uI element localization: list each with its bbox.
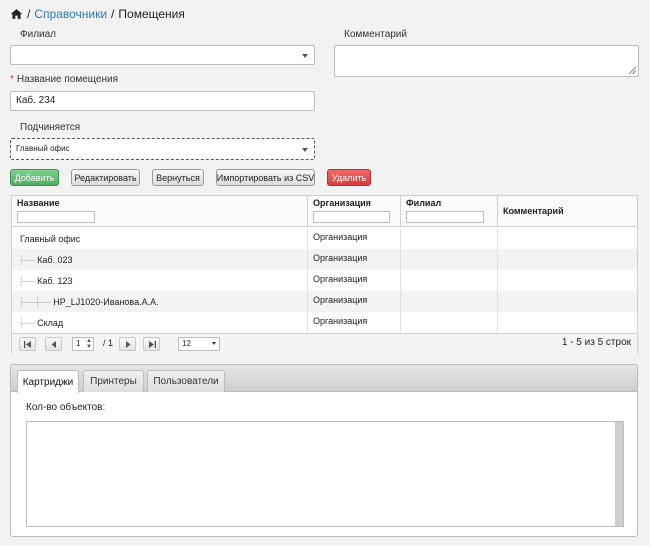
page-size-select[interactable]: 12 [178, 337, 220, 351]
first-page-button[interactable] [19, 337, 36, 351]
cell-comment [498, 270, 637, 291]
cell-branch [401, 270, 498, 291]
import-csv-button[interactable]: Импортировать из CSV [216, 169, 315, 186]
object-count-label: Кол-во объектов: [26, 402, 106, 413]
cell-organization: Организация [308, 228, 401, 249]
page-size-value: 12 [182, 339, 191, 348]
cell-comment [498, 228, 637, 249]
cell-branch [401, 291, 498, 312]
breadcrumb-link-reference[interactable]: Справочники [34, 7, 107, 21]
row-name: Главный офис [20, 234, 81, 244]
last-page-icon [148, 340, 156, 348]
page-number-input[interactable]: 1 ▲ ▼ [72, 337, 94, 351]
branch-filter-input[interactable] [406, 211, 484, 223]
row-name: Каб. 123 [37, 276, 73, 286]
cell-comment [498, 291, 637, 312]
table-row[interactable]: ├── Каб. 123 Организация [12, 270, 637, 291]
first-page-icon [23, 340, 31, 348]
row-name: HP_LJ1020-Иванова.А.А. [53, 297, 159, 307]
tree-branch-icon: ├── [18, 255, 35, 265]
cell-name: Главный офис [12, 228, 308, 249]
breadcrumb-separator: / [111, 7, 115, 21]
tree-branch-icon: ├── [18, 318, 35, 328]
comment-textarea[interactable] [334, 45, 639, 77]
cell-organization: Организация [308, 291, 401, 312]
room-name-label: Название помещения [16, 74, 118, 85]
cell-branch [401, 228, 498, 249]
cell-name: ├── Склад [12, 312, 308, 333]
cell-name: ├── Каб. 023 [12, 249, 308, 270]
branch-select[interactable] [10, 45, 315, 65]
cell-comment [498, 249, 637, 270]
required-icon: * [10, 74, 14, 85]
chevron-down-icon [302, 148, 308, 152]
cell-organization: Организация [308, 270, 401, 291]
resize-handle-icon[interactable] [629, 67, 636, 74]
tab-bar: Картриджи Принтеры Пользователи [11, 365, 637, 393]
parent-label: Подчиняется [20, 122, 81, 133]
chevron-down-icon [302, 54, 308, 58]
cell-comment [498, 312, 637, 333]
grid-header: Название Организация Филиал Комментарий [12, 196, 637, 227]
rooms-grid: Название Организация Филиал Комментарий … [11, 195, 638, 354]
prev-page-button[interactable] [45, 337, 62, 351]
breadcrumb: / Справочники / Помещения [10, 7, 185, 21]
parent-select[interactable]: Главный офис [10, 138, 315, 160]
column-title: Организация [313, 198, 371, 208]
tree-branch-icon: ├──┼── [18, 297, 51, 307]
comment-label: Комментарий [344, 29, 407, 40]
next-page-button[interactable] [119, 337, 136, 351]
back-button[interactable]: Вернуться [152, 169, 204, 186]
tab-cartridges[interactable]: Картриджи [17, 370, 79, 393]
home-icon[interactable] [10, 8, 23, 20]
last-page-button[interactable] [143, 337, 160, 351]
column-header-organization[interactable]: Организация [308, 196, 401, 227]
room-name-input[interactable]: Каб. 234 [10, 91, 315, 111]
objects-list-area[interactable] [26, 421, 624, 527]
name-filter-input[interactable] [17, 211, 95, 223]
cell-name: ├── Каб. 123 [12, 270, 308, 291]
column-title: Название [17, 198, 60, 208]
room-name-value: Каб. 234 [16, 95, 56, 106]
table-row[interactable]: ├── Каб. 023 Организация [12, 249, 637, 270]
delete-button[interactable]: Удалить [327, 169, 371, 186]
next-page-icon [125, 340, 130, 348]
cell-organization: Организация [308, 249, 401, 270]
page-total: / 1 [103, 338, 114, 348]
page-number-value: 1 [76, 339, 81, 348]
vertical-scrollbar[interactable] [615, 422, 623, 526]
table-row[interactable]: ├── Склад Организация [12, 312, 637, 333]
table-row[interactable]: Главный офис Организация [12, 228, 637, 249]
column-title: Филиал [406, 198, 442, 208]
row-name: Каб. 023 [37, 255, 73, 265]
table-row[interactable]: ├──┼── HP_LJ1020-Иванова.А.А. Организация [12, 291, 637, 312]
column-title: Комментарий [503, 206, 564, 216]
edit-button[interactable]: Редактировать [71, 169, 140, 186]
row-count-summary: 1 - 5 из 5 строк [561, 337, 631, 348]
room-name-label-row: * Название помещения [10, 74, 118, 85]
branch-label: Филиал [20, 29, 57, 40]
cell-branch [401, 249, 498, 270]
details-tabs-panel: Картриджи Принтеры Пользователи Кол-во о… [10, 364, 638, 537]
add-button[interactable]: Добавить [10, 169, 59, 186]
column-header-name[interactable]: Название [12, 196, 308, 227]
column-header-comment[interactable]: Комментарий [498, 196, 637, 227]
organization-filter-input[interactable] [313, 211, 390, 223]
spinner-icon[interactable]: ▲ ▼ [86, 338, 92, 350]
chevron-down-icon [212, 342, 216, 345]
tab-users[interactable]: Пользователи [147, 370, 225, 392]
breadcrumb-separator: / [27, 7, 31, 21]
cell-branch [401, 312, 498, 333]
cell-name: ├──┼── HP_LJ1020-Иванова.А.А. [12, 291, 308, 312]
row-name: Склад [37, 318, 64, 328]
tree-branch-icon: ├── [18, 276, 35, 286]
breadcrumb-current: Помещения [118, 7, 185, 21]
grid-pager: 1 ▲ ▼ / 1 12 1 - 5 из 5 строк [12, 333, 637, 354]
prev-page-icon [51, 340, 56, 348]
cell-organization: Организация [308, 312, 401, 333]
column-header-branch[interactable]: Филиал [401, 196, 498, 227]
parent-select-value: Главный офис [16, 144, 70, 153]
tab-printers[interactable]: Принтеры [83, 370, 144, 392]
